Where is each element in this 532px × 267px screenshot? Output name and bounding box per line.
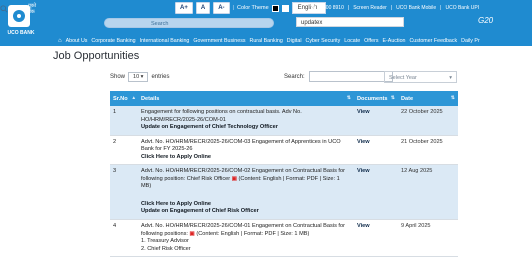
- cell-details: Engagement for following positions on co…: [138, 106, 354, 136]
- cell-srno: 4: [110, 219, 138, 258]
- home-icon[interactable]: ⌂: [58, 38, 62, 44]
- nav-item-about[interactable]: About Us: [66, 38, 88, 44]
- table-row: 2 Advt. No. HO/HRM/RECR/2025-26/COM-03 E…: [110, 135, 458, 166]
- col-header-documents[interactable]: Documents ⇅: [354, 91, 398, 106]
- entries-select[interactable]: 10 ▾: [128, 72, 149, 82]
- details-link[interactable]: Update on Engagement of Chief Risk Offic…: [141, 208, 351, 216]
- accessibility-toolbar: A+ A A- | Color Theme English: [175, 2, 326, 14]
- view-link[interactable]: View: [354, 106, 398, 136]
- site-header: यूको बैंक UCO BANK A+ A A- | Color Theme…: [0, 0, 532, 46]
- cell-details: Advt. No. HO/HRM/RECR/2025-26/COM-02 Eng…: [138, 164, 354, 221]
- pdf-icon: ▣: [189, 230, 195, 237]
- table-row: 1 Engagement for following positions on …: [110, 106, 458, 136]
- cell-srno: 3: [110, 164, 138, 221]
- sort-icon: ⇅: [450, 95, 455, 101]
- table-row: 3 Advt. No. HO/HRM/RECR/2025-26/COM-02 E…: [110, 164, 458, 221]
- nav-item-cyber[interactable]: Cyber Security: [306, 38, 341, 44]
- top-links: ☎ 1800 8910 | Screen Reader | UCO Bank M…: [310, 5, 480, 11]
- col-header-date[interactable]: Date ⇅: [398, 91, 458, 106]
- details-text: Engagement for following positions on co…: [141, 109, 302, 123]
- nav-item-locate[interactable]: Locate: [344, 38, 360, 44]
- g20-logo: G20: [478, 16, 494, 25]
- cell-details: Advt. No. HO/HRM/RECR/2025-26/COM-01 Eng…: [138, 219, 354, 258]
- theme-swatch-light[interactable]: [281, 4, 289, 12]
- apply-online-link[interactable]: Click Here to Apply Online: [141, 201, 351, 209]
- font-decrease-button[interactable]: A-: [213, 2, 230, 14]
- cell-date: 22 October 2025: [398, 106, 458, 136]
- cell-date: 12 Aug 2025: [398, 164, 458, 221]
- top-link-screen-reader[interactable]: Screen Reader: [353, 5, 387, 11]
- view-link[interactable]: View: [354, 219, 398, 258]
- page-title: Job Opportunities: [53, 50, 140, 62]
- cell-srno: 1: [110, 106, 138, 136]
- cell-srno: 2: [110, 135, 138, 166]
- search-label: Search:: [284, 73, 305, 80]
- table-row: 4 Advt. No. HO/HRM/RECR/2025-26/COM-01 E…: [110, 219, 458, 258]
- top-link-upi[interactable]: UCO Bank UPI: [445, 5, 479, 11]
- details-text: Advt. No. HO/HRM/RECR/2025-26/COM-03 Eng…: [141, 138, 341, 153]
- details-link[interactable]: Update on Engagement of Chief Technology…: [141, 124, 351, 132]
- logo-mark-icon: [8, 5, 30, 27]
- nav-item-daily[interactable]: Daily Pr: [461, 38, 480, 44]
- nav-item-rural[interactable]: Rural Banking: [250, 38, 283, 44]
- list-item: 1. Treasury Advisor: [141, 238, 189, 245]
- cell-details: Advt. No. HO/HRM/RECR/2025-26/COM-03 Eng…: [138, 135, 354, 166]
- top-link-phone[interactable]: 1800 8910: [320, 5, 344, 11]
- nav-item-digital[interactable]: Digital: [287, 38, 302, 44]
- sort-icon: ▴: [132, 95, 135, 101]
- cell-date: 9 April 2025: [398, 219, 458, 258]
- col-header-details[interactable]: Details ⇅: [138, 91, 354, 106]
- table-search-input[interactable]: [308, 71, 393, 82]
- cell-date: 21 October 2025: [398, 135, 458, 166]
- divider: |: [232, 5, 234, 11]
- sort-icon: ⇅: [390, 95, 395, 101]
- table-search: Search:: [284, 71, 393, 82]
- list-item: 2. Chief Risk Officer: [141, 245, 191, 252]
- entries-label: entries: [151, 74, 170, 80]
- year-select[interactable]: Select Year: [384, 71, 457, 84]
- apply-online-link[interactable]: Click Here to Apply Online: [141, 154, 351, 162]
- theme-swatch-dark[interactable]: [271, 4, 279, 12]
- sort-icon: ⇅: [346, 95, 351, 101]
- top-link-mobile[interactable]: UCO Bank Mobile: [396, 5, 436, 11]
- job-table: Sr.No ▴ Details ⇅ Documents ⇅ Date ⇅ 1 Engag…: [110, 91, 458, 258]
- font-normal-button[interactable]: A: [195, 2, 211, 14]
- view-link[interactable]: View: [354, 164, 398, 221]
- phone-icon: ☎: [310, 5, 317, 11]
- main-nav: ⌂ About Us Corporate Banking Internation…: [0, 36, 532, 46]
- pdf-icon: ▣: [231, 175, 237, 182]
- nav-item-eauction[interactable]: E-Auction: [383, 38, 406, 44]
- nav-item-corporate[interactable]: Corporate Banking: [91, 38, 135, 44]
- nav-item-feedback[interactable]: Customer Feedback: [409, 38, 457, 44]
- update-input[interactable]: updatex: [296, 17, 404, 27]
- site-search-input[interactable]: Search: [104, 18, 274, 28]
- color-theme-label[interactable]: Color Theme: [237, 5, 269, 11]
- entries-control: Show 10 ▾ entries: [110, 72, 169, 82]
- view-link[interactable]: View: [354, 135, 398, 166]
- pdf-note: (Content: English | Format: PDF | Size: …: [196, 230, 310, 237]
- nav-item-international[interactable]: International Banking: [140, 38, 190, 44]
- font-increase-button[interactable]: A+: [175, 2, 193, 14]
- show-label: Show: [110, 74, 126, 80]
- nav-item-offers[interactable]: Offers: [364, 38, 378, 44]
- nav-item-government[interactable]: Government Business: [193, 38, 245, 44]
- col-header-srno[interactable]: Sr.No ▴: [110, 91, 138, 106]
